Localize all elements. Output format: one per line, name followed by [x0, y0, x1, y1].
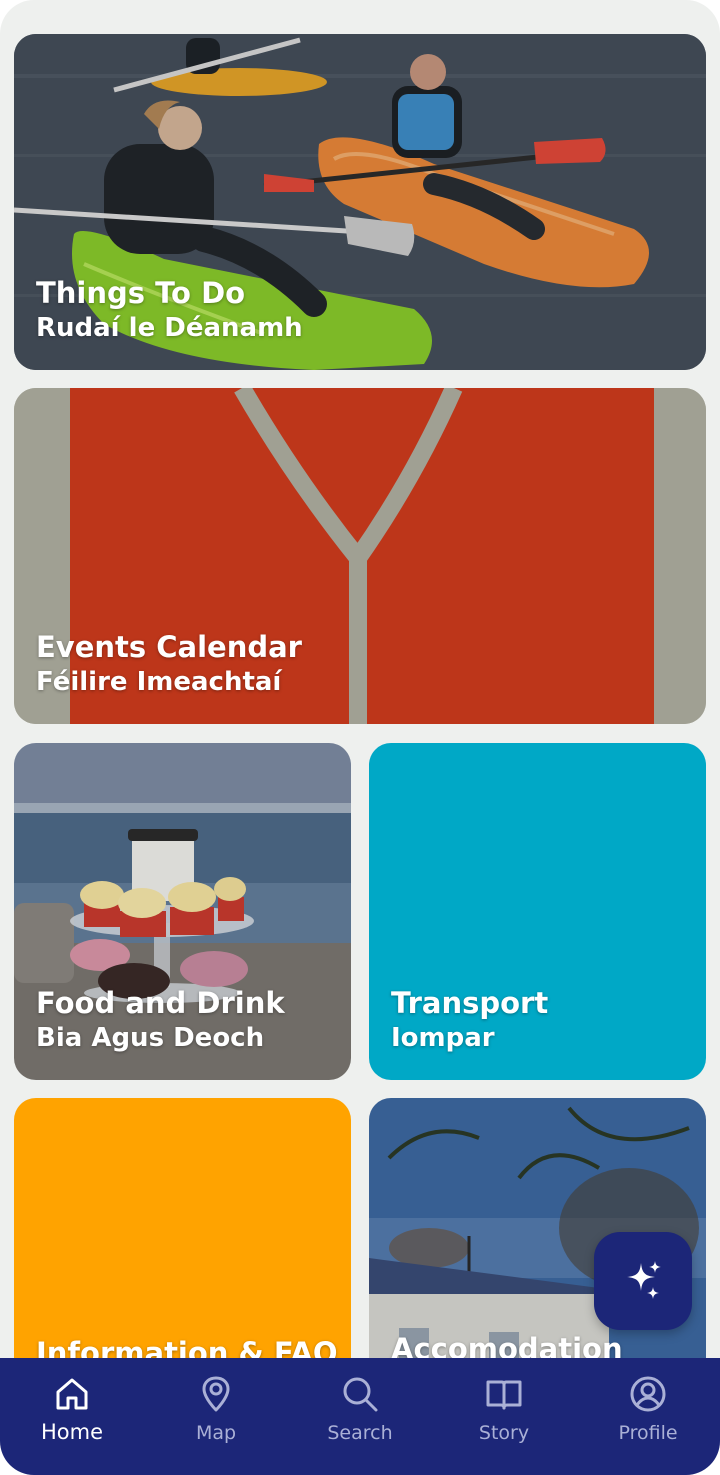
- events-calendar-text: Events Calendar Féilire Imeachtaí: [36, 629, 302, 698]
- food-and-drink-subtitle: Bia Agus Deoch: [36, 1022, 265, 1053]
- nav-profile-label: Profile: [618, 1422, 678, 1444]
- search-icon: [343, 1377, 378, 1412]
- things-to-do-tile[interactable]: Things To Do Rudaí le Déanamh: [14, 34, 706, 370]
- transport-tile[interactable]: Transport Iompar: [369, 743, 706, 1080]
- app-screen: Things To Do Rudaí le Déanamh Events Cal…: [0, 0, 720, 1475]
- nav-story-label: Story: [478, 1422, 530, 1444]
- food-and-drink-title: Food and Drink: [36, 986, 285, 1021]
- things-to-do-subtitle: Rudaí le Déanamh: [36, 312, 303, 343]
- nav-home[interactable]: Home: [12, 1374, 132, 1444]
- things-to-do-text: Things To Do Rudaí le Déanamh: [36, 275, 303, 344]
- nav-home-label: Home: [40, 1420, 103, 1444]
- events-calendar-subtitle: Féilire Imeachtaí: [36, 666, 282, 697]
- home-icon: [56, 1378, 88, 1410]
- nav-profile[interactable]: Profile: [588, 1374, 708, 1444]
- food-and-drink-tile[interactable]: Food and Drink Bia Agus Deoch: [14, 743, 351, 1080]
- bottom-navigation: Home Map Search Story Profile: [0, 1358, 720, 1475]
- nav-search-label: Search: [327, 1422, 393, 1444]
- nav-map[interactable]: Map: [156, 1374, 276, 1444]
- nav-story[interactable]: Story: [444, 1374, 564, 1444]
- transport-title: Transport: [391, 986, 549, 1021]
- book-icon: [486, 1380, 522, 1410]
- user-circle-icon: [630, 1376, 666, 1412]
- things-to-do-title: Things To Do: [36, 276, 246, 311]
- events-calendar-tile[interactable]: Events Calendar Féilire Imeachtaí: [14, 388, 706, 724]
- transport-text: Transport Iompar: [391, 985, 548, 1054]
- food-and-drink-text: Food and Drink Bia Agus Deoch: [36, 985, 285, 1054]
- sparkles-icon: [627, 1261, 661, 1299]
- events-calendar-title: Events Calendar: [36, 630, 302, 665]
- ai-assistant-button[interactable]: [594, 1232, 692, 1330]
- nav-map-label: Map: [195, 1422, 237, 1444]
- nav-search[interactable]: Search: [300, 1374, 420, 1444]
- map-pin-icon: [202, 1376, 230, 1412]
- transport-subtitle: Iompar: [391, 1022, 495, 1053]
